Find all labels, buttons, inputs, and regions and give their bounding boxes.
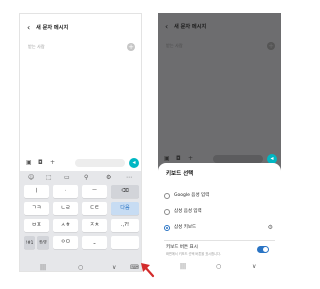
key-0[interactable]: ㅇㅁ [53, 236, 78, 249]
blank-key[interactable] [111, 236, 139, 249]
camera-icon[interactable]: ◘ [38, 158, 43, 168]
punctuation-key[interactable]: .,?! [111, 219, 139, 232]
key-2[interactable]: ㆍ [53, 185, 78, 198]
keyboard: ☺ ⬚ ▭ ⚲ ⚙ ⋯ ㅣ ㆍ ㅡ ⌫ ㄱㅋ ㄴㄹ ㄷㅌ 다음 ㅂㅍ ㅅㅎ ㅈㅊ… [20, 171, 141, 271]
recipient-input[interactable]: 받는 사람 [166, 42, 183, 50]
nav-bar: ||| ○ ∨ [158, 262, 281, 272]
attach-plus-icon[interactable]: + [50, 158, 55, 168]
recents-icon[interactable]: ||| [40, 263, 46, 271]
key-8[interactable]: ㅅㅎ [53, 219, 78, 232]
backspace-key[interactable]: ⌫ [111, 185, 139, 198]
space-key[interactable]: ⎵ [82, 236, 107, 249]
key-6[interactable]: ㄷㅌ [82, 202, 107, 215]
page-title: 새 문자 메시지 [36, 25, 69, 31]
language-key[interactable]: 한/영 [37, 236, 49, 249]
nav-bar: ||| ○ ∨ ⌨ [20, 263, 141, 271]
radio-unselected[interactable] [164, 208, 170, 215]
keyboard-select-sheet: 키보드 선택 Google 음성 입력 삼성 음성 입력 삼성 키보드 ⚙ 키보… [158, 163, 281, 272]
emoji-icon[interactable]: ☺ [28, 173, 34, 182]
add-recipient-icon[interactable]: + [267, 42, 275, 50]
gif-icon[interactable]: ▭ [64, 173, 70, 182]
key-4[interactable]: ㄱㅋ [24, 202, 49, 215]
divider [164, 240, 275, 241]
settings-icon[interactable]: ⚙ [106, 173, 111, 182]
screen-left: ‹ 새 문자 메시지 받는 사람 + ▣ ◘ + ◂ ☺ ⬚ ▭ ⚲ ⚙ ⋯ ㅣ… [19, 13, 142, 272]
option-samsung-keyboard[interactable]: 삼성 키보드 ⚙ [164, 223, 275, 233]
radio-unselected[interactable] [164, 192, 170, 199]
recents-icon[interactable]: ||| [180, 262, 186, 272]
next-key[interactable]: 다음 [111, 202, 139, 215]
option-label: 삼성 음성 입력 [174, 209, 202, 214]
option-samsung-voice[interactable]: 삼성 음성 입력 [164, 207, 275, 217]
message-input[interactable] [213, 155, 263, 163]
option-label: 삼성 키보드 [174, 225, 197, 230]
voice-icon[interactable]: ⚲ [84, 173, 88, 182]
header: ‹ 새 문자 메시지 [20, 22, 141, 34]
screen-right: ‹ 새 문자 메시지 받는 사람 + ▣ ◘ + ◂ 키보드 선택 Google… [158, 13, 281, 272]
header: ‹ 새 문자 메시지 [158, 21, 281, 33]
sheet-title: 키보드 선택 [166, 171, 194, 177]
key-5[interactable]: ㄴㄹ [53, 202, 78, 215]
option-label: Google 음성 입력 [174, 193, 210, 198]
back-icon[interactable]: ‹ [165, 21, 168, 33]
option-google-voice[interactable]: Google 음성 입력 [164, 191, 275, 201]
message-input[interactable] [75, 159, 125, 167]
annotation-arrow-icon [141, 263, 155, 278]
toggle-knob [263, 247, 268, 252]
key-7[interactable]: ㅂㅍ [24, 219, 49, 232]
more-icon[interactable]: ⋯ [126, 173, 132, 182]
back-icon[interactable]: ‹ [27, 22, 30, 34]
gear-icon[interactable]: ⚙ [268, 223, 273, 232]
back-nav-icon[interactable]: ∨ [252, 262, 256, 272]
home-icon[interactable]: ○ [78, 263, 83, 271]
keyboard-switch-icon[interactable]: ⌨ [130, 263, 139, 271]
key-9[interactable]: ㅈㅊ [82, 219, 107, 232]
recipient-input[interactable]: 받는 사람 [28, 43, 45, 51]
send-icon[interactable]: ◂ [129, 158, 139, 168]
toggle-description: 화면에서 키보드 선택 버튼을 표시합니다. [166, 252, 221, 256]
radio-selected[interactable] [164, 224, 170, 231]
home-icon[interactable]: ○ [216, 262, 221, 272]
show-keyboard-button-toggle[interactable] [257, 246, 269, 253]
page-title: 새 문자 메시지 [174, 24, 207, 30]
key-3[interactable]: ㅡ [82, 185, 107, 198]
add-recipient-icon[interactable]: + [127, 43, 135, 51]
symbols-key[interactable]: !#1 [24, 236, 35, 249]
hide-keyboard-icon[interactable]: ∨ [112, 263, 116, 271]
key-1[interactable]: ㅣ [24, 185, 49, 198]
sticker-icon[interactable]: ⬚ [46, 173, 52, 182]
gallery-icon[interactable]: ▣ [26, 158, 32, 168]
composer: ▣ ◘ + ◂ [20, 157, 141, 169]
